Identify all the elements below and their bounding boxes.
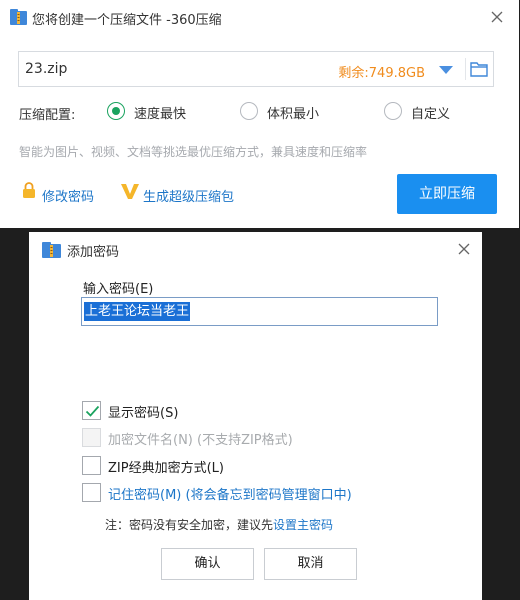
free-space-label: 剩余:749.8GB [338, 66, 425, 81]
checkbox-label: 显示密码(S) [108, 406, 179, 421]
radio-label: 自定义 [411, 107, 451, 122]
compress-window: 您将创建一个压缩文件 -360压缩 23.zip 剩余:749.8GB 压缩配置… [0, 0, 519, 228]
checkbox-box [82, 428, 101, 447]
radio-circle[interactable] [107, 102, 125, 120]
close-icon[interactable] [489, 9, 505, 25]
radio-custom[interactable]: 自定义 [384, 102, 464, 122]
radio-label: 速度最快 [134, 107, 187, 122]
config-label: 压缩配置: [19, 108, 76, 123]
set-master-password-link[interactable]: 设置主密码 [273, 518, 333, 532]
super-package-link[interactable]: 生成超级压缩包 [143, 186, 234, 205]
checkbox-box[interactable] [82, 483, 101, 502]
close-icon[interactable] [456, 241, 472, 257]
archive-path-value[interactable]: 23.zip [25, 61, 67, 77]
radio-smallest-size[interactable]: 体积最小 [240, 102, 330, 122]
archive-app-icon [42, 242, 61, 258]
show-password-checkbox[interactable]: 显示密码(S) [82, 401, 282, 421]
remember-password-checkbox[interactable]: 记住密码(M) (将会备忘到密码管理窗口中) [82, 483, 412, 503]
password-input[interactable]: 上老王论坛当老王 [81, 297, 438, 326]
checkmark-icon [85, 405, 100, 417]
checkbox-box[interactable] [82, 401, 101, 420]
divider [465, 58, 466, 80]
encrypt-filename-checkbox: 加密文件名(N) (不支持ZIP格式) [82, 428, 382, 448]
archive-path-field[interactable]: 23.zip 剩余:749.8GB [18, 51, 494, 87]
compress-now-button[interactable]: 立即压缩 [397, 174, 497, 214]
triangle-down-icon[interactable] [439, 66, 453, 74]
title-bar: 您将创建一个压缩文件 -360压缩 [0, 0, 519, 34]
archive-app-icon [10, 9, 27, 25]
checkbox-label: ZIP经典加密方式(L) [108, 461, 224, 476]
dialog-title: 添加密码 [67, 245, 120, 260]
confirm-button[interactable]: 确认 [161, 548, 254, 580]
radio-circle[interactable] [384, 102, 402, 120]
radio-circle[interactable] [240, 102, 258, 120]
checkbox-label[interactable]: 记住密码(M) (将会备忘到密码管理窗口中) [108, 484, 352, 503]
folder-icon[interactable] [470, 61, 488, 78]
modify-password-link[interactable]: 修改密码 [42, 186, 94, 205]
smart-hint-text: 智能为图片、视频、文档等挑选最优压缩方式，兼具速度和压缩率 [19, 145, 368, 159]
cancel-button[interactable]: 取消 [264, 548, 357, 580]
password-input-value[interactable]: 上老王论坛当老王 [84, 302, 191, 321]
lock-icon[interactable] [22, 182, 36, 198]
radio-label: 体积最小 [267, 107, 320, 122]
checkbox-label: 加密文件名(N) (不支持ZIP格式) [108, 433, 293, 448]
v-badge-icon[interactable] [120, 181, 140, 201]
password-input-label: 输入密码(E) [83, 282, 154, 297]
checkbox-box[interactable] [82, 456, 101, 475]
radio-fastest-speed[interactable]: 速度最快 [107, 102, 197, 122]
security-note: 注：密码没有安全加密，建议先设置主密码 [105, 516, 333, 533]
add-password-dialog: 添加密码 输入密码(E) 上老王论坛当老王 显示密码(S) 加密文件名(N) (… [29, 232, 482, 600]
window-title: 您将创建一个压缩文件 -360压缩 [32, 13, 222, 28]
note-text: 注：密码没有安全加密，建议先 [105, 518, 274, 532]
zip-classic-encryption-checkbox[interactable]: ZIP经典加密方式(L) [82, 456, 302, 476]
